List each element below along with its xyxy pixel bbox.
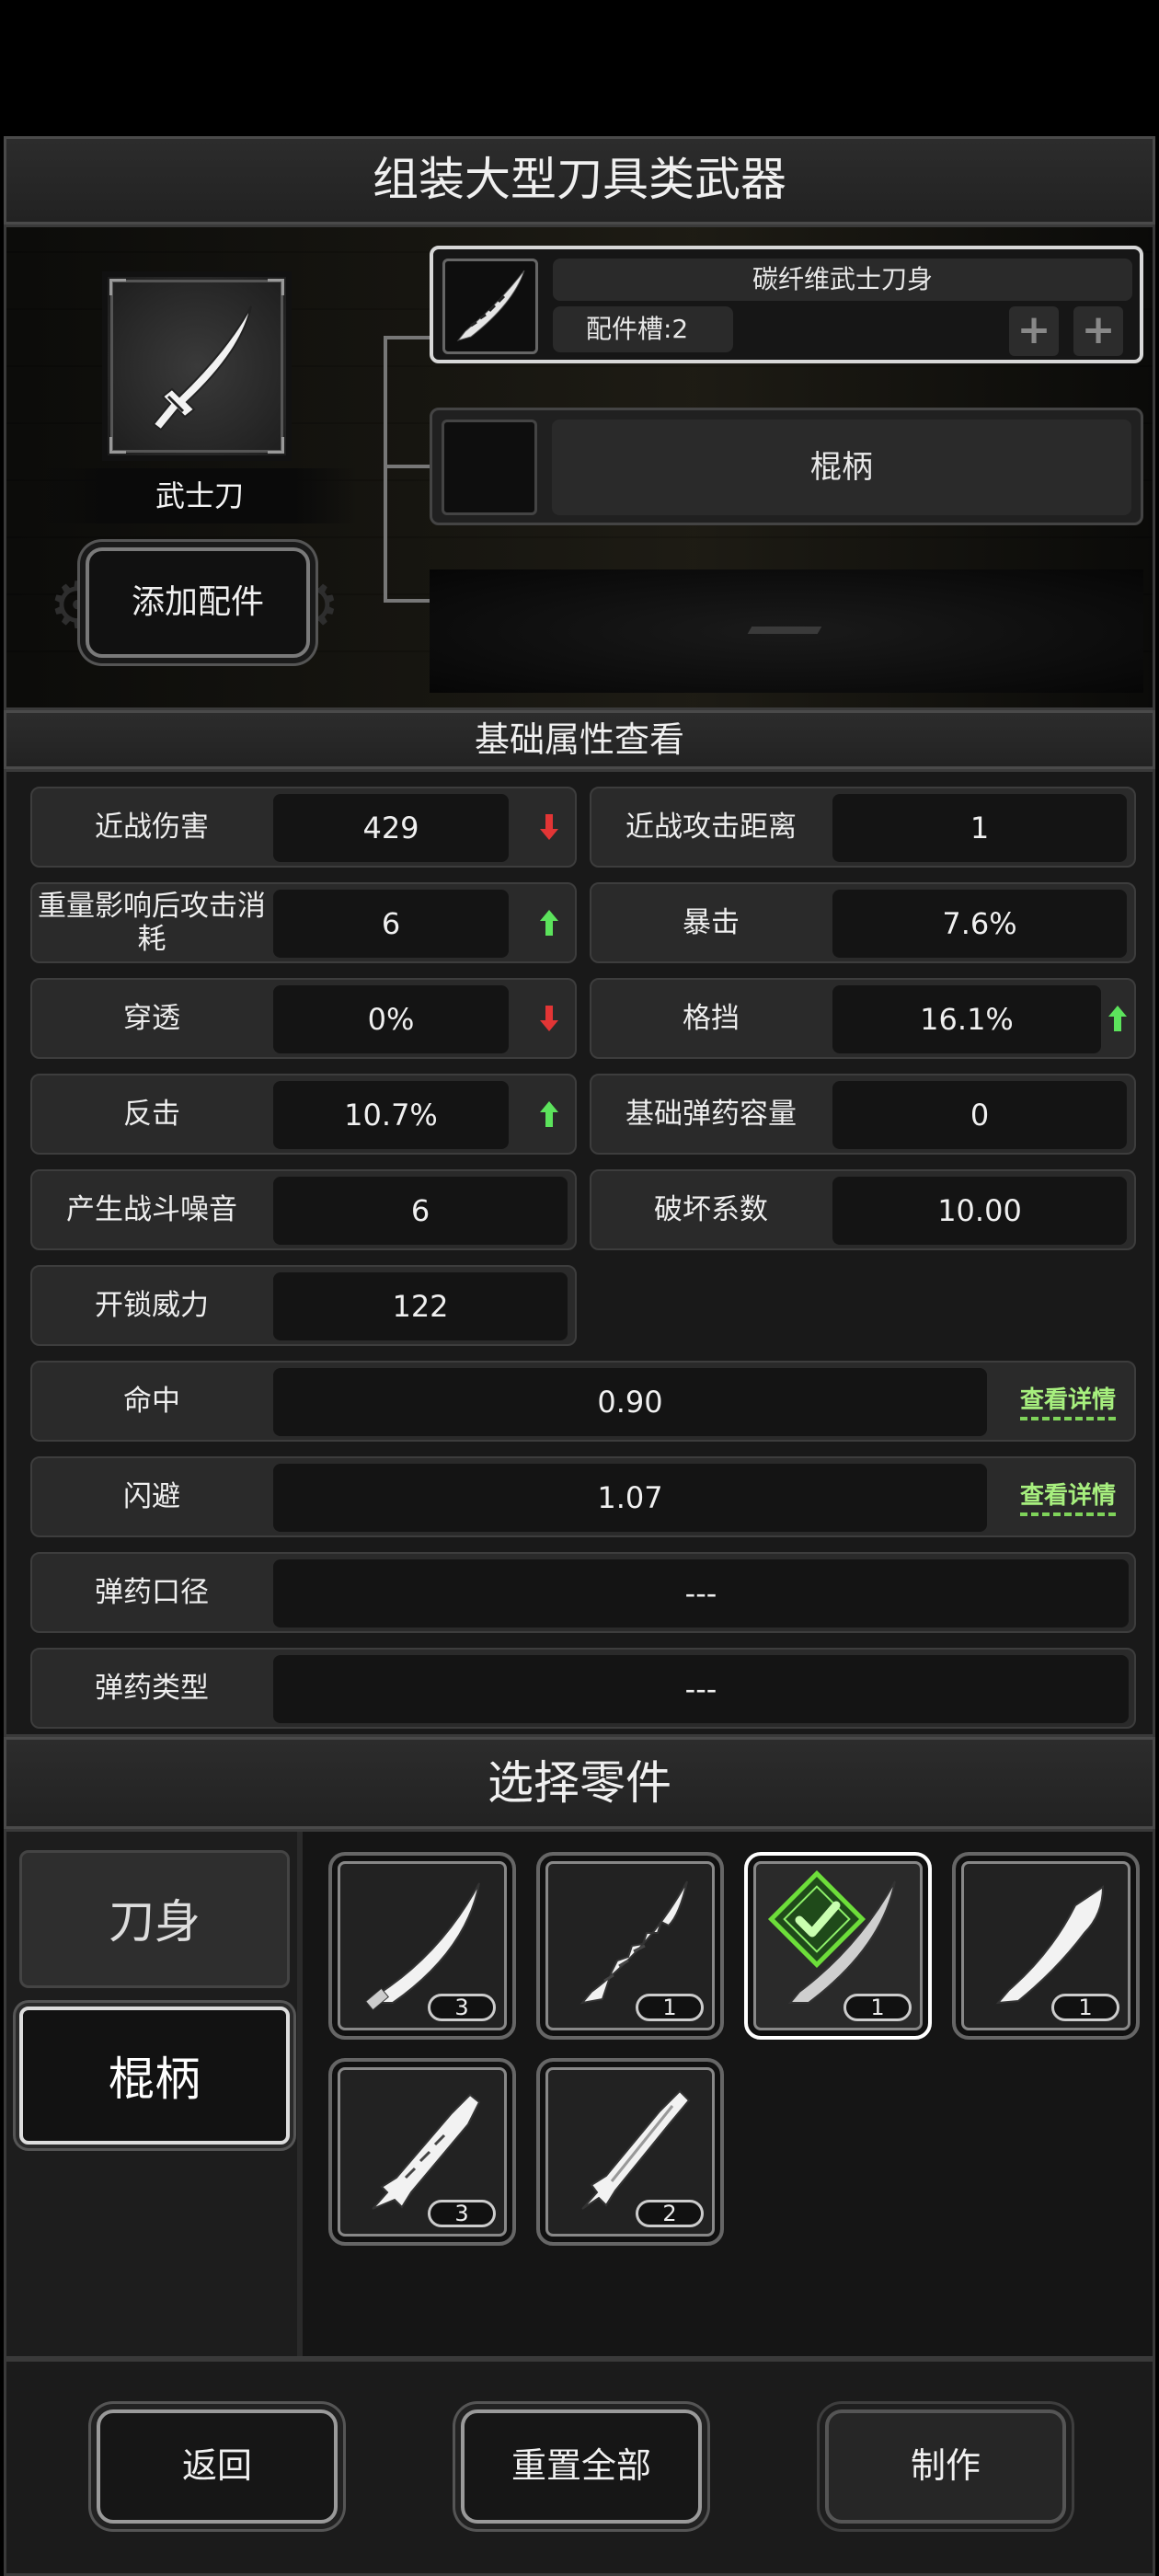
stat-label: 开锁威力 — [95, 1289, 209, 1322]
part-item-selected[interactable]: 1 — [744, 1852, 932, 2040]
stat-label: 闪避 — [123, 1480, 180, 1513]
category-list: 刀身 棍柄 — [6, 1832, 303, 2356]
part-thumbnail — [442, 259, 538, 354]
stat-label: 格挡 — [683, 1002, 740, 1035]
stat-value: 0% — [273, 985, 509, 1053]
arrow-up-icon — [540, 910, 558, 936]
add-accessory-button[interactable]: 添加配件 — [86, 547, 310, 658]
action-bar: 返回 重置全部 制作 — [4, 2359, 1155, 2576]
stat-label: 弹药类型 — [95, 1672, 209, 1705]
category-tab-blade[interactable]: 刀身 — [19, 1850, 290, 1988]
tree-connector — [384, 336, 387, 603]
stat-lockpick-power: 开锁威力 122 — [30, 1265, 577, 1346]
tree-connector — [384, 599, 430, 603]
stat-value: 0 — [832, 1081, 1127, 1149]
blade-icon — [456, 270, 525, 341]
part-slot-blade[interactable]: 碳纤维武士刀身 配件槽:2 + + — [430, 246, 1143, 363]
stat-value: 6 — [273, 890, 509, 958]
stats-section-title: 基础属性查看 — [4, 710, 1155, 769]
part-item[interactable]: 1 — [952, 1852, 1140, 2040]
part-item[interactable]: 3 — [328, 1852, 516, 2040]
page-title: 组装大型刀具类武器 — [4, 136, 1155, 224]
stat-label: 弹药口径 — [95, 1576, 209, 1609]
parts-section-title: 选择零件 — [4, 1737, 1155, 1829]
stat-value: 0.90 — [273, 1368, 987, 1436]
part-item[interactable]: 1 — [536, 1852, 724, 2040]
add-slot-icon[interactable]: + — [1073, 306, 1123, 356]
empty-slot-mark — [747, 627, 822, 634]
stat-value: 10.00 — [832, 1177, 1127, 1245]
part-count: 1 — [636, 1994, 704, 2021]
parts-panel: 刀身 棍柄 3 1 1 1 3 2 — [4, 1829, 1155, 2359]
part-thumbnail-empty — [442, 420, 537, 515]
stat-combat-noise: 产生战斗噪音 6 — [30, 1169, 577, 1250]
stat-value: 16.1% — [832, 985, 1101, 1053]
stat-melee-damage: 近战伤害 429 — [30, 787, 577, 868]
stat-value: 122 — [273, 1272, 568, 1340]
part-slot-handle[interactable]: 棍柄 — [430, 408, 1143, 525]
checkmark-badge-icon — [767, 1869, 866, 1969]
stat-label: 暴击 — [683, 906, 740, 939]
part-slot-locked — [430, 569, 1143, 693]
stat-label: 重量影响后攻击消耗 — [38, 890, 266, 956]
stat-block: 格挡 16.1% — [590, 978, 1136, 1059]
reset-all-button[interactable]: 重置全部 — [461, 2409, 702, 2524]
craft-button[interactable]: 制作 — [825, 2409, 1066, 2524]
stat-ammo-caliber: 弹药口径 --- — [30, 1552, 1136, 1633]
arrow-up-icon — [540, 1101, 558, 1127]
stat-evasion: 闪避 1.07 查看详情 — [30, 1456, 1136, 1537]
stat-value: 1.07 — [273, 1464, 987, 1532]
part-count: 3 — [428, 1994, 496, 2021]
tree-connector — [384, 336, 430, 339]
part-name: 碳纤维武士刀身 — [553, 259, 1132, 301]
part-count: 1 — [1051, 1994, 1119, 2021]
stat-label: 产生战斗噪音 — [66, 1193, 237, 1226]
tree-connector — [384, 465, 430, 468]
stats-panel: 近战伤害 429 近战攻击距离 1 重量影响后攻击消耗 6 暴击 7.6% 穿透… — [4, 769, 1155, 1737]
stat-label: 命中 — [123, 1385, 180, 1418]
part-count: 3 — [428, 2200, 496, 2227]
back-button[interactable]: 返回 — [97, 2409, 338, 2524]
stat-accuracy: 命中 0.90 查看详情 — [30, 1361, 1136, 1442]
stat-value: --- — [273, 1559, 1129, 1627]
view-details-link[interactable]: 查看详情 — [1019, 1477, 1116, 1516]
add-slot-icon[interactable]: + — [1009, 306, 1059, 356]
weapon-name: 武士刀 — [43, 468, 356, 523]
stat-penetration: 穿透 0% — [30, 978, 577, 1059]
assembly-panel: 武士刀 ⚙ ⚙ 添加配件 碳纤维武士刀身 配件槽:2 + + 棍柄 — [4, 224, 1155, 710]
stat-destruction: 破坏系数 10.00 — [590, 1169, 1136, 1250]
part-count: 2 — [636, 2200, 704, 2227]
stat-label: 破坏系数 — [654, 1193, 768, 1226]
arrow-down-icon — [540, 1006, 558, 1031]
stat-label: 穿透 — [123, 1002, 180, 1035]
stat-ammo-type: 弹药类型 --- — [30, 1648, 1136, 1729]
arrow-up-icon — [1108, 1006, 1127, 1031]
stat-critical: 暴击 7.6% — [590, 882, 1136, 963]
stat-label: 反击 — [123, 1098, 180, 1131]
stat-label: 近战伤害 — [95, 811, 209, 844]
part-item[interactable]: 2 — [536, 2058, 724, 2246]
arrow-down-icon — [540, 814, 558, 840]
stat-label: 近战攻击距离 — [625, 811, 797, 844]
stat-value: 6 — [273, 1177, 568, 1245]
stat-melee-range: 近战攻击距离 1 — [590, 787, 1136, 868]
stat-label: 基础弹药容量 — [625, 1098, 797, 1131]
part-count: 1 — [843, 1994, 912, 2021]
part-item[interactable]: 3 — [328, 2058, 516, 2246]
stat-value: 1 — [832, 794, 1127, 862]
part-name: 棍柄 — [552, 420, 1131, 515]
weapon-preview — [102, 271, 292, 461]
category-tab-handle[interactable]: 棍柄 — [19, 2007, 290, 2145]
accessory-slot-count: 配件槽:2 — [553, 306, 733, 352]
stat-value: 429 — [273, 794, 509, 862]
stat-value: 7.6% — [832, 890, 1127, 958]
stat-attack-cost: 重量影响后攻击消耗 6 — [30, 882, 577, 963]
stat-ammo-capacity: 基础弹药容量 0 — [590, 1074, 1136, 1155]
katana-icon — [152, 305, 252, 431]
stat-value: --- — [273, 1655, 1129, 1723]
status-bar-area — [0, 0, 1159, 136]
stat-value: 10.7% — [273, 1081, 509, 1149]
view-details-link[interactable]: 查看详情 — [1019, 1381, 1116, 1420]
stat-counter: 反击 10.7% — [30, 1074, 577, 1155]
